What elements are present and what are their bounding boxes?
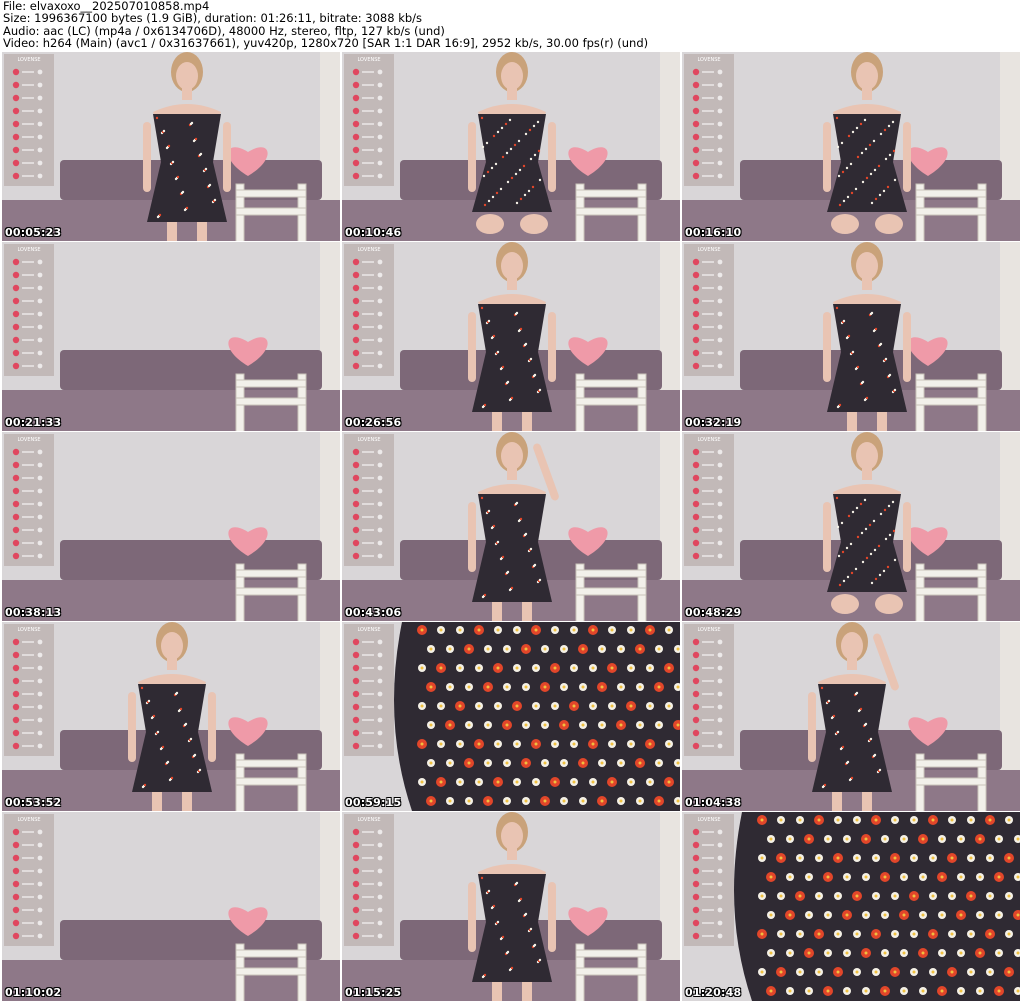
- svg-text:LOVENSE: LOVENSE: [697, 57, 720, 63]
- lovense-panel-overlay: LOVENSE: [4, 434, 54, 566]
- file-size-line: Size: 1996367100 bytes (1.9 GiB), durati…: [3, 11, 423, 26]
- video-thumbnail: LOVENSE 01:15:25: [342, 812, 680, 1001]
- svg-text:LOVENSE: LOVENSE: [697, 437, 720, 443]
- thumbnail-image: LOVENSE: [682, 52, 1020, 241]
- fabric-closeup-shape: [734, 812, 1020, 1001]
- lovense-panel-overlay: LOVENSE: [344, 54, 394, 186]
- thumbnail-image: LOVENSE: [2, 432, 340, 621]
- thumbnail-timestamp: 01:10:02: [5, 986, 62, 999]
- thumbnail-image: LOVENSE: [2, 242, 340, 431]
- thumbnail-timestamp: 00:05:23: [5, 226, 62, 239]
- thumbnail-timestamp: 00:38:13: [5, 606, 62, 619]
- lovense-panel-overlay: LOVENSE: [344, 624, 394, 756]
- video-thumbnail: LOVENSE 00:21:33: [2, 242, 340, 431]
- video-thumbnail: LOVENSE 00:43:06: [342, 432, 680, 621]
- thumbnail-timestamp: 00:10:46: [345, 226, 402, 239]
- thumbnail-image: LOVENSE: [2, 812, 340, 1001]
- svg-text:LOVENSE: LOVENSE: [697, 247, 720, 253]
- thumbnail-image: LOVENSE: [682, 432, 1020, 621]
- svg-text:LOVENSE: LOVENSE: [357, 437, 380, 443]
- svg-text:LOVENSE: LOVENSE: [17, 817, 40, 823]
- file-info-header: File: elvaxoxo__202507010858.mp4 Size: 1…: [3, 0, 1021, 52]
- lovense-panel-overlay: LOVENSE: [4, 54, 54, 186]
- lovense-panel-overlay: LOVENSE: [684, 814, 734, 946]
- thumbnail-timestamp: 00:26:56: [345, 416, 402, 429]
- thumbnail-timestamp: 00:21:33: [5, 416, 62, 429]
- svg-text:LOVENSE: LOVENSE: [697, 627, 720, 633]
- video-thumbnail: LOVENSE 00:53:52: [2, 622, 340, 811]
- svg-text:LOVENSE: LOVENSE: [357, 817, 380, 823]
- lovense-panel-overlay: LOVENSE: [684, 434, 734, 566]
- thumbnail-image: LOVENSE: [682, 812, 1020, 1001]
- thumbnail-timestamp: 01:20:48: [685, 986, 742, 999]
- lovense-panel-overlay: LOVENSE: [4, 244, 54, 376]
- thumbnail-grid: LOVENSE 00:05:23 LOVENSE 00:10:46 LOVENSE 00:…: [0, 52, 1024, 1003]
- thumbnail-image: LOVENSE: [2, 622, 340, 811]
- svg-text:LOVENSE: LOVENSE: [17, 247, 40, 253]
- video-info-line: Video: h264 (Main) (avc1 / 0x31637661), …: [3, 35, 649, 50]
- thumbnail-timestamp: 00:53:52: [5, 796, 62, 809]
- video-thumbnail: LOVENSE 01:04:38: [682, 622, 1020, 811]
- lovense-panel-overlay: LOVENSE: [684, 54, 734, 186]
- video-thumbnail: LOVENSE 00:26:56: [342, 242, 680, 431]
- thumbnail-timestamp: 01:04:38: [685, 796, 742, 809]
- thumbnail-image: LOVENSE: [682, 242, 1020, 431]
- lovense-panel-overlay: LOVENSE: [4, 814, 54, 946]
- svg-text:LOVENSE: LOVENSE: [357, 247, 380, 253]
- thumbnail-timestamp: 00:43:06: [345, 606, 402, 619]
- thumbnail-timestamp: 00:16:10: [685, 226, 742, 239]
- thumbnail-timestamp: 00:59:15: [345, 796, 402, 809]
- lovense-panel-overlay: LOVENSE: [344, 814, 394, 946]
- lovense-panel-overlay: LOVENSE: [344, 434, 394, 566]
- thumbnail-timestamp: 01:15:25: [345, 986, 402, 999]
- svg-text:LOVENSE: LOVENSE: [17, 437, 40, 443]
- video-thumbnail: LOVENSE 00:38:13: [2, 432, 340, 621]
- svg-text:LOVENSE: LOVENSE: [17, 57, 40, 63]
- svg-text:LOVENSE: LOVENSE: [357, 627, 380, 633]
- video-thumbnail: LOVENSE 00:05:23: [2, 52, 340, 241]
- video-thumbnail: LOVENSE 00:10:46: [342, 52, 680, 241]
- svg-text:LOVENSE: LOVENSE: [357, 57, 380, 63]
- thumbnail-image: LOVENSE: [682, 622, 1020, 811]
- lovense-panel-overlay: LOVENSE: [4, 624, 54, 756]
- thumbnail-image: LOVENSE: [342, 432, 680, 621]
- lovense-panel-overlay: LOVENSE: [684, 244, 734, 376]
- thumbnail-image: LOVENSE: [342, 812, 680, 1001]
- video-thumbnail: LOVENSE 00:16:10: [682, 52, 1020, 241]
- lovense-panel-overlay: LOVENSE: [344, 244, 394, 376]
- svg-text:LOVENSE: LOVENSE: [17, 627, 40, 633]
- thumbnail-image: LOVENSE: [342, 52, 680, 241]
- thumbnail-image: LOVENSE: [2, 52, 340, 241]
- lovense-panel-overlay: LOVENSE: [684, 624, 734, 756]
- video-thumbnail: LOVENSE 00:59:15: [342, 622, 680, 811]
- video-thumbnail: LOVENSE 00:32:19: [682, 242, 1020, 431]
- thumbnail-image: LOVENSE: [342, 622, 680, 811]
- thumbnail-image: LOVENSE: [342, 242, 680, 431]
- video-thumbnail: LOVENSE 01:10:02: [2, 812, 340, 1001]
- svg-text:LOVENSE: LOVENSE: [697, 817, 720, 823]
- video-thumbnail: LOVENSE 00:48:29: [682, 432, 1020, 621]
- video-thumbnail: LOVENSE 01:20:48: [682, 812, 1020, 1001]
- fabric-closeup-shape: [394, 622, 680, 811]
- thumbnail-timestamp: 00:32:19: [685, 416, 742, 429]
- thumbnail-timestamp: 00:48:29: [685, 606, 742, 619]
